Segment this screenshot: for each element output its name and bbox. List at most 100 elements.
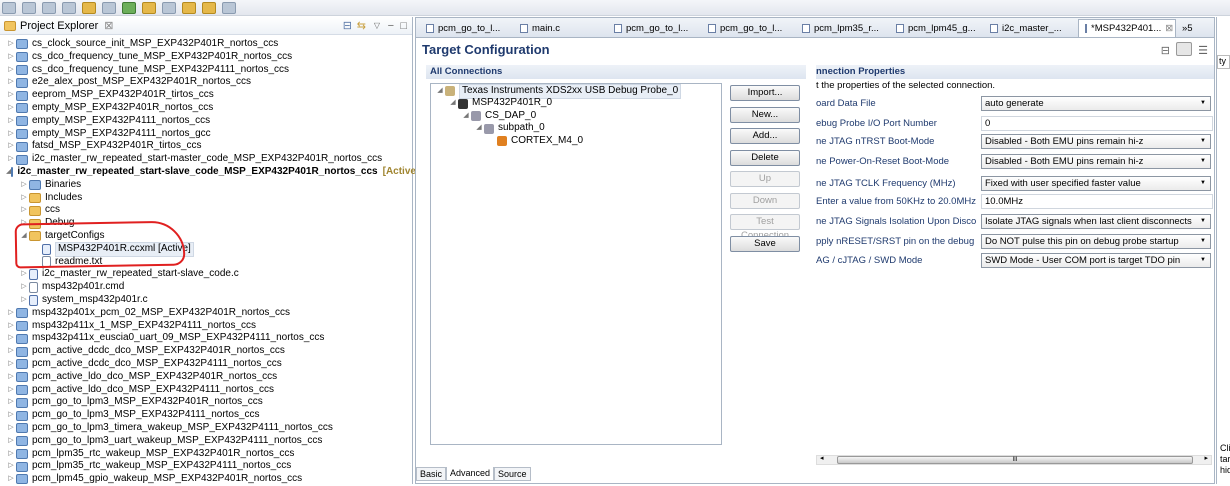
expand-toggle-icon[interactable]: ▷ [6, 460, 16, 473]
tree-item[interactable]: ▷ msp432p411x_1_MSP_EXP432P4111_nortos_cc… [0, 320, 412, 333]
property-dropdown[interactable]: SWD Mode - User COM port is target TDO p… [981, 253, 1211, 268]
connection-node[interactable]: CORTEX_M4_0 [431, 135, 721, 148]
step-icon[interactable] [162, 1, 176, 14]
expand-toggle-icon[interactable]: ▷ [6, 358, 16, 371]
scroll-right-icon[interactable]: ▸ [1204, 454, 1208, 462]
tab-source[interactable]: Source [494, 467, 531, 481]
scrollbar-thumb[interactable]: III [837, 456, 1193, 464]
tree-item[interactable]: ▷ fatsd_MSP_EXP432P401R_tirtos_ccs [0, 140, 412, 153]
down-button[interactable]: Down [730, 192, 800, 209]
forward-icon[interactable] [222, 1, 236, 14]
expand-toggle-icon[interactable]: ▷ [6, 396, 16, 409]
filter-input[interactable]: ty [1217, 55, 1230, 69]
build-icon[interactable] [82, 1, 96, 14]
scroll-left-icon[interactable]: ◂ [820, 454, 824, 462]
tree-item[interactable]: ▷ pcm_active_ldo_dco_MSP_EXP432P401R_nort… [0, 371, 412, 384]
expand-toggle-icon[interactable]: ▷ [6, 76, 16, 89]
flash-icon[interactable] [142, 1, 156, 14]
expand-toggle-icon[interactable]: ▷ [6, 51, 16, 64]
tree-item[interactable]: ▷ pcm_go_to_lpm3_MSP_EXP432P4111_nortos_c… [0, 409, 412, 422]
expand-toggle-icon[interactable]: ◢ [461, 110, 471, 123]
editor-tab[interactable]: pcm_go_to_l... [608, 19, 702, 37]
tree-item[interactable]: ▷ Binaries [0, 179, 412, 192]
expand-toggle-icon[interactable]: ▷ [6, 409, 16, 422]
back-dropdown-icon[interactable] [202, 1, 216, 14]
property-dropdown[interactable]: Disabled - Both EMU pins remain hi-z [981, 134, 1211, 149]
expand-toggle-icon[interactable]: ▷ [6, 153, 16, 166]
tab-basic[interactable]: Basic [416, 467, 447, 481]
tree-item[interactable]: ▷ cs_dco_frequency_tune_MSP_EXP432P4111_n… [0, 64, 412, 77]
up-button[interactable]: Up [730, 171, 800, 187]
property-input[interactable]: 10.0MHz [981, 194, 1213, 209]
expand-toggle-icon[interactable]: ◢ [448, 97, 458, 110]
expand-toggle-icon[interactable]: ▷ [6, 115, 16, 128]
view-menu-icon[interactable]: ▽ [374, 21, 380, 30]
tab-advanced[interactable]: Advanced [446, 467, 495, 481]
tree-item[interactable]: ▷ empty_MSP_EXP432P4111_nortos_gcc [0, 128, 412, 141]
property-dropdown[interactable]: Do NOT pulse this pin on debug probe sta… [981, 234, 1211, 249]
layout-icon[interactable]: ⊟ [1161, 44, 1170, 57]
editor-tab[interactable]: pcm_lpm35_r... [796, 19, 890, 37]
tree-item[interactable]: ▷ pcm_go_to_lpm3_uart_wakeup_MSP_EXP432P4… [0, 435, 412, 448]
add-button[interactable]: Add... [730, 128, 800, 144]
expand-toggle-icon[interactable]: ▷ [6, 332, 16, 345]
tree-item[interactable]: ▷ i2c_master_rw_repeated_start-slave_code… [0, 268, 412, 281]
tree-item[interactable]: ▷ pcm_go_to_lpm3_MSP_EXP432P401R_nortos_c… [0, 396, 412, 409]
tree-item[interactable]: ▷ pcm_go_to_lpm3_timera_wakeup_MSP_EXP432… [0, 422, 412, 435]
tree-item[interactable]: ▷ pcm_lpm35_rtc_wakeup_MSP_EXP432P401R_no… [0, 448, 412, 461]
collapse-all-icon[interactable]: ⊟ [343, 19, 352, 32]
search-icon[interactable] [102, 1, 116, 14]
link-editor-icon[interactable]: ⇆ [357, 19, 366, 32]
tree-item[interactable]: ▷ Includes [0, 192, 412, 205]
tree-item[interactable]: ▷ pcm_active_ldo_dco_MSP_EXP432P4111_nort… [0, 384, 412, 397]
editor-tab[interactable]: pcm_lpm45_g... [890, 19, 984, 37]
tree-item[interactable]: ◢ i2c_master_rw_repeated_start-slave_code… [0, 166, 459, 179]
expand-toggle-icon[interactable]: ▷ [6, 448, 16, 461]
expand-toggle-icon[interactable]: ▷ [6, 422, 16, 435]
tree-item[interactable]: ▷ msp432p411x_euscia0_uart_09_MSP_EXP432P… [0, 332, 412, 345]
tree-item[interactable]: ▷ eeprom_MSP_EXP432P401R_tirtos_ccs [0, 89, 412, 102]
connection-node[interactable]: ◢ Texas Instruments XDS2xx USB Debug Prob… [431, 83, 721, 99]
save-all-icon[interactable] [42, 1, 56, 14]
save-button[interactable]: Save [730, 235, 800, 252]
close-tab-icon[interactable]: ⊠ [1165, 23, 1173, 34]
tree-item[interactable]: ▷ cs_clock_source_init_MSP_EXP432P401R_no… [0, 38, 412, 51]
property-dropdown[interactable]: Fixed with user specified faster value [981, 176, 1211, 191]
test-connection-button[interactable]: Test Connection [730, 214, 800, 241]
property-input[interactable]: 0 [981, 116, 1213, 131]
back-icon[interactable] [182, 1, 196, 14]
tree-item[interactable]: ▷ i2c_master_rw_repeated_start-master_cod… [0, 153, 412, 166]
connection-node[interactable]: ◢ CS_DAP_0 [431, 110, 721, 123]
editor-tab[interactable]: main.c [514, 19, 608, 37]
print-icon[interactable] [62, 1, 76, 14]
debug-icon[interactable] [122, 1, 136, 14]
panel-title[interactable]: Project Explorer [20, 20, 98, 32]
connection-node[interactable]: ◢ subpath_0 [431, 122, 721, 136]
tree-item[interactable]: ▷ msp432p401x_pcm_02_MSP_EXP432P401R_nort… [0, 307, 412, 320]
save-icon[interactable] [22, 1, 36, 14]
expand-toggle-icon[interactable]: ▷ [6, 64, 16, 77]
expand-toggle-icon[interactable]: ▷ [6, 102, 16, 115]
new-button[interactable]: New... [730, 106, 800, 123]
tree-item[interactable]: ▷ cs_dco_frequency_tune_MSP_EXP432P401R_n… [0, 51, 412, 64]
expand-toggle-icon[interactable]: ▷ [19, 268, 29, 281]
tree-item[interactable]: ▷ empty_MSP_EXP432P401R_nortos_ccs [0, 102, 412, 115]
close-icon[interactable]: ⊠ [104, 19, 113, 32]
property-dropdown[interactable]: auto generate [981, 96, 1211, 111]
editor-tab[interactable]: pcm_go_to_l... [420, 19, 514, 37]
import-button[interactable]: Import... [730, 85, 800, 101]
editor-tab[interactable]: *MSP432P401... ⊠ [1078, 19, 1176, 37]
expand-toggle-icon[interactable]: ▷ [19, 192, 29, 205]
tree-item[interactable]: ▷ e2e_alex_post_MSP_EXP432P401R_nortos_cc… [0, 76, 412, 89]
layout-list-icon[interactable]: ☰ [1198, 44, 1208, 57]
tree-item[interactable]: ▷ ccs [0, 204, 412, 217]
tree-item[interactable]: ▷ msp432p401r.cmd [0, 281, 412, 294]
minimize-icon[interactable]: − [388, 20, 394, 32]
tree-item[interactable]: ▷ system_msp432p401r.c [0, 294, 412, 307]
expand-toggle-icon[interactable]: ▷ [6, 307, 16, 320]
expand-toggle-icon[interactable]: ▷ [6, 89, 16, 102]
layout-split-icon[interactable] [1176, 42, 1192, 56]
expand-toggle-icon[interactable]: ▷ [6, 435, 16, 448]
tab-overflow-button[interactable]: »5 [1176, 19, 1206, 37]
editor-tab[interactable]: pcm_go_to_l... [702, 19, 796, 37]
